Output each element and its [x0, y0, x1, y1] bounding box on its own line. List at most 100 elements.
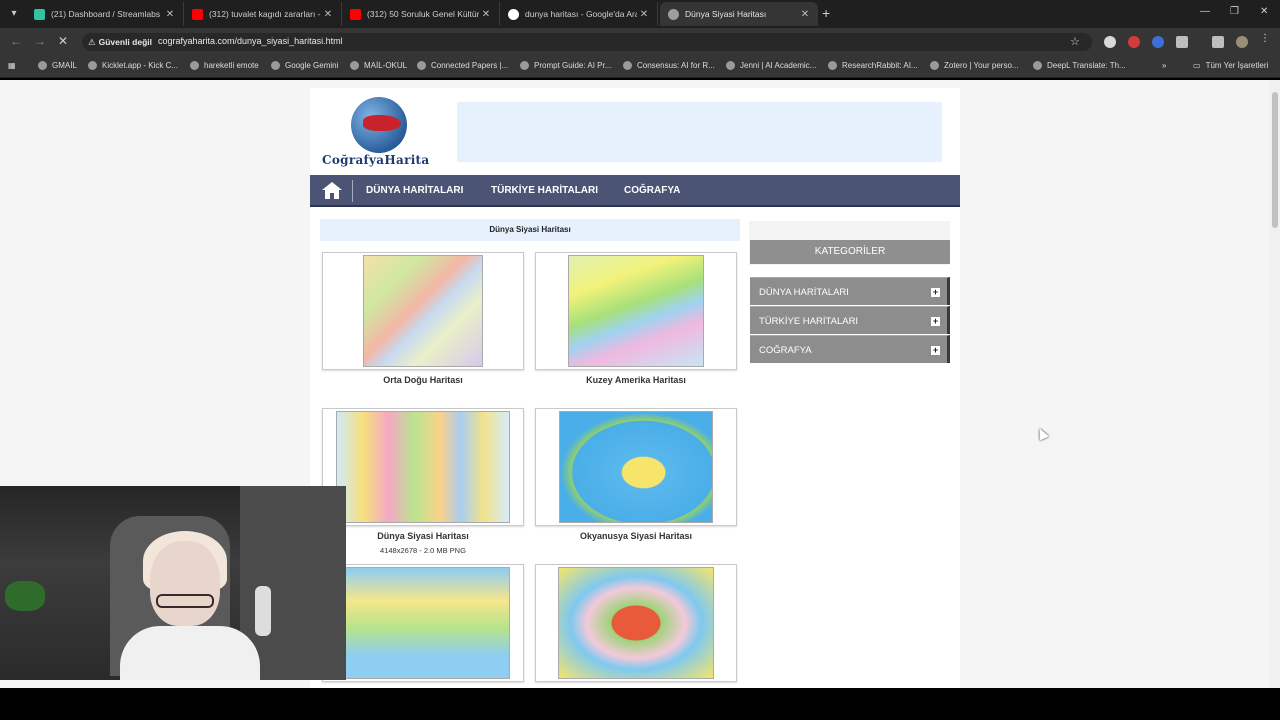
menu-dunya-haritalari[interactable]: DÜNYA HARİTALARI — [366, 185, 463, 196]
map-thumbnail[interactable] — [336, 567, 510, 679]
tab-title: (21) Dashboard / Streamlabs — [51, 9, 161, 19]
expand-plus-icon[interactable]: + — [931, 346, 940, 355]
extensions-puzzle-icon[interactable] — [1176, 36, 1188, 48]
map-thumbnail[interactable] — [559, 411, 713, 523]
bookmark-item[interactable]: Connected Papers |... — [417, 61, 508, 70]
bookmark-item[interactable]: MAİL-OKUL — [350, 61, 407, 70]
close-icon[interactable]: ✕ — [321, 9, 335, 20]
map-card-okyanusya[interactable] — [535, 408, 737, 526]
map-thumbnail[interactable] — [558, 567, 714, 679]
sidebar-item-turkiye-haritalari[interactable]: TÜRKİYE HARİTALARI + — [750, 306, 950, 334]
profile-avatar[interactable] — [1236, 36, 1248, 48]
bookmark-item[interactable]: Consensus: AI for R... — [623, 61, 715, 70]
tab-youtube-2[interactable]: (312) 50 Soruluk Genel Kültür T ✕ — [342, 2, 500, 26]
bookmark-item[interactable]: Google Gemini — [271, 61, 338, 70]
tab-google[interactable]: dunya haritası - Google'da Ara ✕ — [500, 2, 658, 26]
map-title[interactable]: Kuzey Amerika Haritası — [535, 375, 737, 385]
site-logo-globe[interactable] — [351, 97, 407, 153]
webcam-overlay — [0, 486, 346, 680]
glasses — [156, 594, 214, 608]
back-icon[interactable]: ← — [10, 34, 22, 48]
scrollbar-thumb[interactable] — [1272, 92, 1278, 228]
streamlabs-icon — [34, 8, 45, 20]
bookmark-label: Kicklet.app - Kick C... — [102, 61, 179, 70]
media-icon[interactable] — [1212, 36, 1224, 48]
extension-icon[interactable] — [1128, 36, 1140, 48]
minimize-icon[interactable]: — — [1200, 6, 1210, 17]
bookmark-label: Jenni | AI Academic... — [740, 61, 817, 70]
favicon-icon — [828, 61, 837, 70]
bookmark-item[interactable]: DeepL Translate: Th... — [1033, 61, 1126, 70]
map-thumbnail[interactable] — [363, 255, 483, 367]
bookmark-label: ResearchRabbit: AI... — [842, 61, 918, 70]
tab-youtube-1[interactable]: (312) tuvalet kagıdı zararları - Y ✕ — [184, 2, 342, 26]
apps-icon[interactable]: ▦ — [8, 61, 16, 70]
menu-kebab-icon[interactable]: ⋮ — [1260, 33, 1272, 45]
restore-icon[interactable]: ❐ — [1230, 6, 1239, 17]
tab-streamlabs[interactable]: (21) Dashboard / Streamlabs ✕ — [26, 2, 184, 26]
sidebar-item-cografya[interactable]: COĞRAFYA + — [750, 335, 950, 363]
expand-plus-icon[interactable]: + — [931, 317, 940, 326]
background-plant — [5, 581, 45, 611]
map-card-kuzey-amerika[interactable] — [535, 252, 737, 370]
favicon-icon — [88, 61, 97, 70]
close-icon[interactable]: ✕ — [479, 9, 493, 20]
map-thumbnail[interactable] — [336, 411, 510, 523]
favicon-icon — [417, 61, 426, 70]
menu-divider — [352, 180, 353, 202]
map-card[interactable] — [322, 564, 524, 682]
map-card[interactable] — [535, 564, 737, 682]
bookmark-label: DeepL Translate: Th... — [1047, 61, 1126, 70]
url-text[interactable]: cografyaharita.com/dunya_siyasi_haritasi… — [158, 36, 343, 46]
close-icon[interactable]: ✕ — [163, 9, 177, 20]
bookmark-item[interactable]: Kicklet.app - Kick C... — [88, 61, 178, 70]
tab-title: dunya haritası - Google'da Ara — [525, 9, 637, 19]
extension-icon[interactable] — [1152, 36, 1164, 48]
window-close-icon[interactable]: ✕ — [1260, 6, 1268, 17]
bookmark-label: Google Gemini — [285, 61, 339, 70]
bookmark-item[interactable]: Zotero | Your perso... — [930, 61, 1019, 70]
map-card-dunya-siyasi[interactable] — [322, 408, 524, 526]
expand-plus-icon[interactable]: + — [931, 288, 940, 297]
tab-title: Dünya Siyasi Haritası — [685, 9, 767, 19]
site-logo-text[interactable]: CoğrafyaHarita — [322, 153, 429, 167]
sidebar-item-label: DÜNYA HARİTALARI — [759, 287, 849, 298]
map-card-orta-dogu[interactable] — [322, 252, 524, 370]
letterbox-bar — [0, 688, 1280, 720]
menu-turkiye-haritalari[interactable]: TÜRKİYE HARİTALARI — [491, 185, 598, 196]
map-title[interactable]: Okyanusya Siyasi Haritası — [535, 531, 737, 541]
favicon-icon — [930, 61, 939, 70]
map-title[interactable]: Dünya Siyasi Haritası — [322, 531, 524, 541]
all-bookmarks[interactable]: ▭ Tüm Yer İşaretleri — [1193, 61, 1268, 70]
security-indicator[interactable]: ⚠ Güvenli değil — [88, 35, 152, 49]
bookmark-item[interactable]: hareketli emote — [190, 61, 259, 70]
close-icon[interactable]: ✕ — [637, 9, 651, 20]
sidebar-item-label: COĞRAFYA — [759, 345, 812, 356]
map-title[interactable]: Orta Doğu Haritası — [322, 375, 524, 385]
favicon-icon — [38, 61, 47, 70]
categories-heading: KATEGORİLER — [750, 240, 950, 264]
home-icon[interactable] — [322, 182, 342, 200]
more-bookmarks-icon[interactable]: » — [1162, 61, 1166, 70]
bookmark-star-icon[interactable]: ☆ — [1070, 35, 1080, 48]
menu-cografya[interactable]: COĞRAFYA — [624, 185, 680, 196]
bookmark-item[interactable]: ResearchRabbit: AI... — [828, 61, 918, 70]
tab-active[interactable]: Dünya Siyasi Haritası ✕ — [660, 2, 818, 26]
map-thumbnail[interactable] — [568, 255, 704, 367]
sidebar-item-dunya-haritalari[interactable]: DÜNYA HARİTALARI + — [750, 277, 950, 305]
bookmark-item[interactable]: Jenni | AI Academic... — [726, 61, 816, 70]
bookmark-item[interactable]: GMAİL — [38, 61, 77, 70]
tab-strip: ▾ (21) Dashboard / Streamlabs ✕ (312) tu… — [0, 0, 1280, 28]
extension-icon[interactable] — [1104, 36, 1116, 48]
forward-icon[interactable]: → — [34, 34, 46, 48]
tab-search-icon[interactable]: ▾ — [6, 6, 22, 22]
tab-title: (312) 50 Soruluk Genel Kültür T — [367, 9, 479, 19]
new-tab-icon[interactable]: + — [822, 5, 830, 21]
youtube-icon — [192, 8, 203, 20]
close-icon[interactable]: ✕ — [798, 9, 812, 20]
microphone — [255, 586, 271, 636]
bookmark-item[interactable]: Prompt Guide: AI Pr... — [520, 61, 611, 70]
bookmark-label: Zotero | Your perso... — [944, 61, 1019, 70]
sidebar-item-label: TÜRKİYE HARİTALARI — [759, 316, 859, 327]
stop-loading-icon[interactable]: ✕ — [58, 34, 68, 48]
